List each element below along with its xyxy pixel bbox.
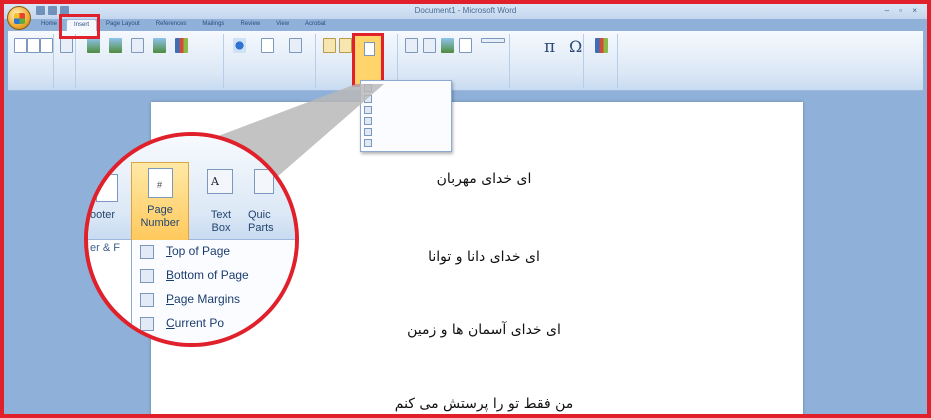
links-group: [226, 34, 316, 88]
wordart-button[interactable]: [440, 38, 454, 55]
page-number-icon: [148, 168, 173, 198]
window-controls[interactable]: – ▫ ×: [885, 6, 921, 15]
blank-page-icon: [26, 38, 40, 53]
shapes-button[interactable]: [130, 38, 144, 55]
drop-cap-button[interactable]: [458, 38, 472, 55]
office-logo-icon: [14, 13, 25, 24]
picture-icon: [86, 38, 100, 53]
header-footer-group-label: er & F: [90, 242, 120, 254]
clip-art-icon: [108, 38, 122, 53]
footer-button[interactable]: [338, 38, 352, 55]
menu-item-label: Bottom of Page: [166, 268, 249, 282]
pages-group: [10, 34, 54, 88]
title-bar: Document1 - Microsoft Word – ▫ ×: [4, 4, 927, 19]
document-line: ای خدای آسمان ها و زمین: [407, 322, 561, 338]
symbol-icon[interactable]: Ω: [569, 37, 582, 56]
quick-parts-button[interactable]: [422, 38, 436, 55]
bookmark-button[interactable]: [260, 38, 274, 55]
bookmark-icon: [260, 38, 274, 53]
blank-page-button[interactable]: [26, 38, 40, 55]
page-number-menu: Top of Page Bottom of Page Page Margins …: [131, 240, 295, 343]
window-title: Document1 - Microsoft Word: [414, 6, 517, 15]
quick-parts-label[interactable]: Quic Parts: [248, 209, 295, 235]
footer-icon: [338, 38, 352, 53]
smartart-icon: [152, 38, 166, 53]
menu-item-current-position[interactable]: Current Po: [132, 314, 295, 336]
embed-flash-button[interactable]: [594, 38, 608, 55]
page-number-menu-small: [360, 80, 452, 152]
smartart-button[interactable]: [152, 38, 166, 55]
cross-reference-icon: [288, 38, 302, 53]
hyperlink-icon: [232, 38, 246, 53]
menu-item-page-margins[interactable]: Page Margins: [132, 290, 295, 312]
menu-item-top-of-page[interactable]: [361, 81, 451, 92]
page-number-icon: [364, 42, 375, 56]
text-box-button[interactable]: [404, 38, 418, 55]
illustrations-group: [78, 34, 224, 88]
table-icon: [59, 38, 73, 53]
text-box-icon: A: [207, 169, 233, 194]
quick-parts-icon: [422, 38, 436, 53]
document-line: ای خدای مهربان: [436, 171, 532, 187]
menu-item-page-margins[interactable]: [361, 103, 451, 114]
menu-item-current-position[interactable]: [361, 114, 451, 125]
magnified-callout: ooter Page Number A Text Box Quic Parts …: [84, 132, 299, 347]
bottom-of-page-icon: [140, 269, 154, 283]
office-button[interactable]: [7, 6, 31, 30]
page-margins-icon: [140, 293, 154, 307]
page-break-icon: [39, 38, 53, 53]
document-line: ای خدای دانا و توانا: [428, 249, 540, 265]
hyperlink-button[interactable]: [232, 38, 246, 55]
signature-line-icon: [481, 38, 505, 43]
table-button[interactable]: [59, 38, 73, 55]
flash-group: [586, 34, 618, 88]
page-number-button-magnified[interactable]: Page Number: [131, 162, 189, 244]
page-break-button[interactable]: [39, 38, 53, 55]
page-number-label: Page Number: [140, 204, 180, 229]
word-window: Document1 - Microsoft Word – ▫ × Home In…: [0, 0, 931, 418]
text-box-label[interactable]: Text Box: [200, 209, 242, 235]
wordart-icon: [440, 38, 454, 53]
flash-icon: [594, 38, 608, 53]
insert-tab-highlight: [59, 14, 100, 39]
chart-button[interactable]: [174, 38, 188, 55]
menu-item-label: Page Margins: [166, 292, 241, 306]
clip-art-button[interactable]: [108, 38, 122, 55]
menu-item-top-of-page[interactable]: Top of Page: [132, 242, 295, 264]
equation-icon[interactable]: π: [544, 37, 555, 57]
text-box-icon: [404, 38, 418, 53]
header-button[interactable]: [322, 38, 336, 55]
menu-item-format-page-numbers[interactable]: [361, 125, 451, 136]
top-of-page-icon: [140, 245, 154, 259]
picture-button[interactable]: [86, 38, 100, 55]
header-icon: [322, 38, 336, 53]
ribbon: [8, 31, 923, 91]
signature-line-button[interactable]: [480, 38, 506, 45]
chart-icon: [174, 38, 188, 53]
footer-label[interactable]: ooter: [90, 209, 115, 221]
quick-parts-icon: [254, 169, 274, 194]
menu-item-label: Current Po: [166, 316, 225, 330]
menu-item-bottom-of-page[interactable]: [361, 92, 451, 103]
menu-item-label: Top of Page: [166, 244, 231, 258]
page-number-button[interactable]: [352, 33, 384, 87]
current-position-icon: [140, 317, 154, 331]
tables-group: [56, 34, 76, 88]
menu-item-bottom-of-page[interactable]: Bottom of Page: [132, 266, 295, 288]
document-line: من فقط تو را پرستش می کنم: [394, 396, 574, 412]
footer-icon: [96, 174, 118, 202]
menu-item-remove-page-numbers[interactable]: [361, 136, 451, 147]
drop-cap-icon: [458, 38, 472, 53]
cross-reference-button[interactable]: [288, 38, 302, 55]
cover-page-icon: [13, 38, 27, 53]
shapes-icon: [130, 38, 144, 53]
cover-page-button[interactable]: [13, 38, 27, 55]
